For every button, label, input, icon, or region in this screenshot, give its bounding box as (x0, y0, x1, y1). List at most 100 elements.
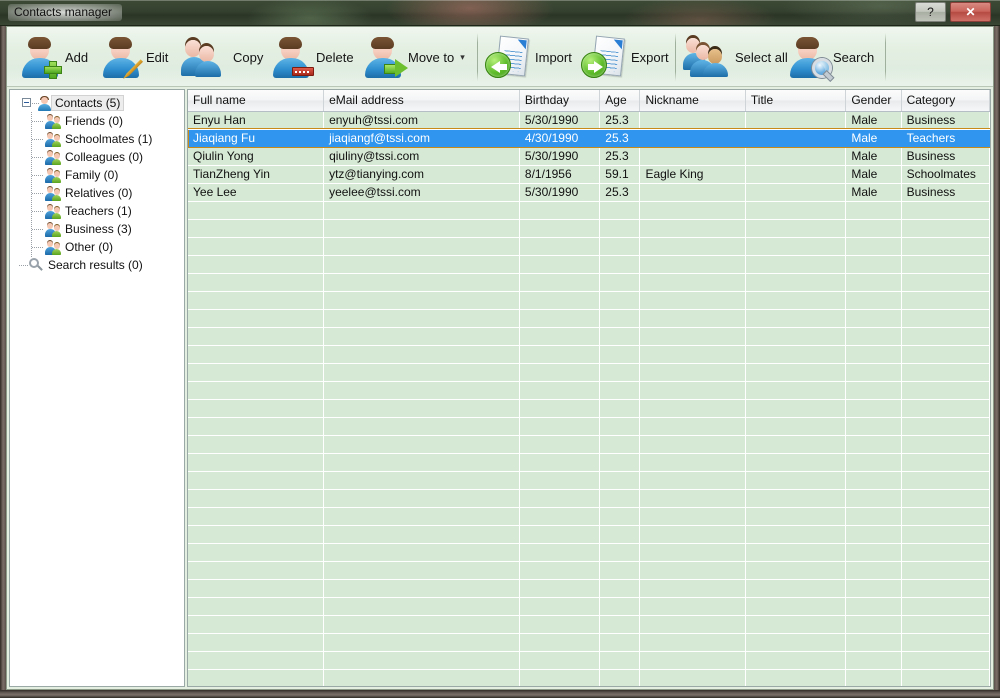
cell-empty[interactable] (845, 561, 902, 580)
cell-empty[interactable] (901, 597, 990, 616)
cell-empty[interactable] (639, 291, 746, 310)
tree-item-family[interactable]: Family (0) (10, 166, 184, 184)
cell-empty[interactable] (639, 543, 746, 562)
cell-empty[interactable] (599, 525, 641, 544)
cell-empty[interactable] (519, 489, 601, 508)
cell-empty[interactable] (519, 507, 601, 526)
cell-full-name[interactable]: Jiaqiang Fu (188, 129, 325, 148)
cell-empty[interactable] (323, 507, 520, 526)
cell-empty[interactable] (519, 543, 601, 562)
cell-empty[interactable] (188, 363, 325, 382)
cell-empty[interactable] (519, 273, 601, 292)
column-header-full-name[interactable]: Full name (188, 90, 325, 112)
cell-empty[interactable] (519, 381, 601, 400)
cell-empty[interactable] (901, 543, 990, 562)
cell-empty[interactable] (323, 327, 520, 346)
cell-empty[interactable] (323, 651, 520, 670)
cell-empty[interactable] (188, 381, 325, 400)
cell-empty[interactable] (188, 543, 325, 562)
cell-title[interactable] (745, 147, 847, 166)
cell-empty[interactable] (519, 597, 601, 616)
cell-empty[interactable] (323, 417, 520, 436)
cell-empty[interactable] (599, 381, 641, 400)
cell-empty[interactable] (901, 201, 990, 220)
toolbar-button-import[interactable]: Import (485, 29, 572, 85)
cell-empty[interactable] (639, 309, 746, 328)
cell-nickname[interactable] (639, 111, 746, 130)
cell-empty[interactable] (519, 255, 601, 274)
cell-empty[interactable] (745, 237, 847, 256)
cell-empty[interactable] (901, 615, 990, 634)
cell-empty[interactable] (845, 453, 902, 472)
cell-empty[interactable] (745, 309, 847, 328)
table-row-empty[interactable] (188, 507, 990, 526)
table-row-empty[interactable] (188, 237, 990, 256)
cell-empty[interactable] (901, 399, 990, 418)
cell-empty[interactable] (745, 453, 847, 472)
cell-empty[interactable] (901, 633, 990, 652)
tree-item-teachers[interactable]: Teachers (1) (10, 202, 184, 220)
cell-empty[interactable] (639, 219, 746, 238)
cell-empty[interactable] (599, 579, 641, 598)
cell-empty[interactable] (745, 255, 847, 274)
cell-gender[interactable]: Male (845, 111, 902, 130)
cell-title[interactable] (745, 129, 847, 148)
column-header-gender[interactable]: Gender (845, 90, 902, 112)
cell-empty[interactable] (599, 453, 641, 472)
cell-gender[interactable]: Male (845, 183, 902, 202)
cell-empty[interactable] (639, 453, 746, 472)
cell-empty[interactable] (845, 309, 902, 328)
cell-empty[interactable] (519, 417, 601, 436)
cell-empty[interactable] (323, 273, 520, 292)
toolbar-button-edit[interactable]: Edit (100, 29, 168, 85)
cell-empty[interactable] (599, 273, 641, 292)
cell-empty[interactable] (188, 345, 325, 364)
tree-item-relatives[interactable]: Relatives (0) (10, 184, 184, 202)
cell-empty[interactable] (188, 615, 325, 634)
table-row[interactable]: Yee Lee yeelee@tssi.com 5/30/1990 25.3 Male B… (188, 183, 990, 202)
cell-nickname[interactable] (639, 147, 746, 166)
table-row-empty[interactable] (188, 399, 990, 418)
cell-empty[interactable] (323, 633, 520, 652)
cell-empty[interactable] (188, 435, 325, 454)
cell-birthday[interactable]: 4/30/1990 (519, 129, 601, 148)
cell-empty[interactable] (745, 651, 847, 670)
cell-empty[interactable] (519, 345, 601, 364)
cell-empty[interactable] (188, 291, 325, 310)
cell-empty[interactable] (639, 525, 746, 544)
cell-empty[interactable] (639, 507, 746, 526)
cell-empty[interactable] (845, 363, 902, 382)
cell-empty[interactable] (188, 525, 325, 544)
cell-category[interactable]: Business (901, 147, 990, 166)
cell-title[interactable] (745, 183, 847, 202)
cell-empty[interactable] (519, 327, 601, 346)
toolbar-button-export[interactable]: Export (581, 29, 669, 85)
cell-empty[interactable] (845, 255, 902, 274)
table-row[interactable]: TianZheng Yin ytz@tianying.com 8/1/1956 59.… (188, 165, 990, 184)
cell-empty[interactable] (745, 399, 847, 418)
toolbar-button-select-all[interactable]: Select all (683, 29, 788, 85)
cell-title[interactable] (745, 111, 847, 130)
cell-empty[interactable] (519, 615, 601, 634)
cell-empty[interactable] (519, 633, 601, 652)
cell-empty[interactable] (845, 327, 902, 346)
cell-birthday[interactable]: 5/30/1990 (519, 111, 601, 130)
cell-empty[interactable] (188, 633, 325, 652)
cell-empty[interactable] (188, 399, 325, 418)
cell-empty[interactable] (188, 579, 325, 598)
cell-empty[interactable] (901, 219, 990, 238)
cell-empty[interactable] (323, 237, 520, 256)
cell-empty[interactable] (901, 417, 990, 436)
cell-empty[interactable] (745, 633, 847, 652)
table-row-empty[interactable] (188, 633, 990, 652)
cell-empty[interactable] (323, 615, 520, 634)
cell-empty[interactable] (745, 471, 847, 490)
cell-empty[interactable] (901, 561, 990, 580)
cell-empty[interactable] (845, 399, 902, 418)
cell-empty[interactable] (845, 237, 902, 256)
cell-full-name[interactable]: Yee Lee (188, 183, 325, 202)
cell-empty[interactable] (639, 327, 746, 346)
cell-empty[interactable] (639, 615, 746, 634)
cell-empty[interactable] (323, 453, 520, 472)
cell-empty[interactable] (599, 327, 641, 346)
